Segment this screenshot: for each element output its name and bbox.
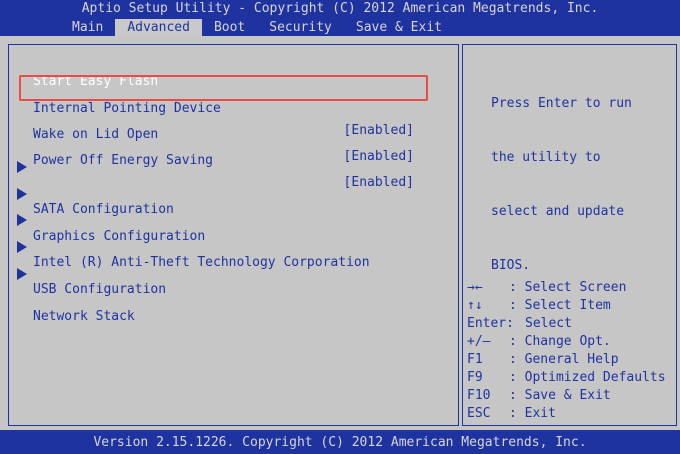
help-line: BIOS. <box>491 258 531 273</box>
submenu-usb-configuration[interactable]: USB Configuration <box>9 235 460 297</box>
submenu-network-stack[interactable]: Network Stack <box>9 262 460 324</box>
key-legend-row: F9: Optimized Defaults <box>467 370 666 385</box>
key-legend-row: →←: Select Screen <box>467 280 627 295</box>
submenu-arrow-icon <box>17 241 27 253</box>
tab-advanced[interactable]: Advanced <box>115 19 202 36</box>
key-legend-row: Enter: Select <box>467 316 572 331</box>
help-panel: Press Enter to run the utility to select… <box>462 44 677 426</box>
menu-item-wake-on-lid-open[interactable]: Wake on Lid Open [Enabled] <box>9 102 460 164</box>
menu-item-internal-pointing-device[interactable]: Internal Pointing Device [Enabled] <box>9 76 460 138</box>
menu-item-power-off-energy-saving[interactable]: Power Off Energy Saving [Enabled] <box>9 128 460 190</box>
submenu-arrow-icon <box>17 188 27 200</box>
key-legend-row: F10: Save & Exit <box>467 388 611 403</box>
tab-bar: Main Advanced Boot Security Save & Exit <box>60 19 454 36</box>
key-legend-row: F1: General Help <box>467 352 619 367</box>
key-legend-row: ESC: Exit <box>467 406 556 421</box>
submenu-arrow-icon <box>17 161 27 173</box>
key-legend-row: +/—: Change Opt. <box>467 334 611 349</box>
key-legend: →←: Select Screen ↑↓: Select Item Enter:… <box>467 279 677 423</box>
window-title: Aptio Setup Utility - Copyright (C) 2012… <box>81 1 599 16</box>
submenu-arrow-icon <box>17 268 27 280</box>
setup-panel: Start Easy Flash Internal Pointing Devic… <box>0 36 680 430</box>
tab-save-exit[interactable]: Save & Exit <box>344 19 454 36</box>
submenu-sata-configuration[interactable]: SATA Configuration <box>9 155 460 217</box>
tab-security[interactable]: Security <box>257 19 344 36</box>
submenu-arrow-icon <box>17 214 27 226</box>
menu-item-start-easy-flash[interactable]: Start Easy Flash <box>9 49 460 89</box>
help-description: Press Enter to run the utility to select… <box>491 59 632 311</box>
arrows-left-right-icon: →← <box>467 280 483 295</box>
submenu-label: Network Stack <box>33 309 135 324</box>
help-line: the utility to <box>491 150 601 165</box>
key-legend-row: ↑↓: Select Item <box>467 298 611 313</box>
arrows-up-down-icon: ↑↓ <box>467 298 483 313</box>
version-footer: Version 2.15.1226. Copyright (C) 2012 Am… <box>93 435 587 450</box>
tab-main[interactable]: Main <box>60 19 115 36</box>
tab-boot[interactable]: Boot <box>202 19 257 36</box>
help-line: select and update <box>491 204 625 219</box>
submenu-graphics-configuration[interactable]: Graphics Configuration <box>9 182 460 244</box>
settings-list: Start Easy Flash Internal Pointing Devic… <box>8 44 459 426</box>
help-line: Press Enter to run <box>491 96 632 111</box>
submenu-intel-anti-theft[interactable]: Intel (R) Anti-Theft Technology Corporat… <box>9 208 460 270</box>
